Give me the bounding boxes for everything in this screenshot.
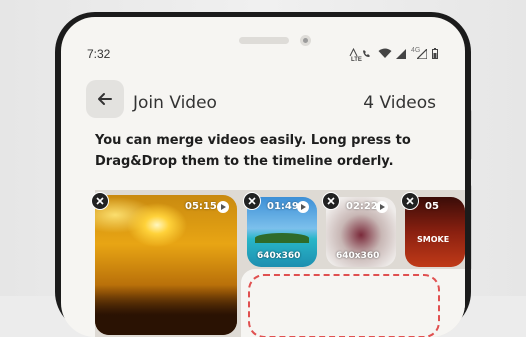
clip-duration: 05	[425, 201, 439, 212]
clip-thumbnail-title: SMOKE	[417, 235, 450, 244]
clip-resolution: 640x360	[257, 251, 301, 261]
clip-thumbnail-crowd	[95, 285, 237, 335]
page-title: Join Video	[133, 93, 217, 113]
status-time: 7:32	[87, 47, 111, 61]
remove-clip-button[interactable]	[401, 192, 419, 210]
clip-thumbnail-island	[255, 233, 309, 243]
remove-clip-button[interactable]	[322, 192, 340, 210]
arrow-left-icon	[98, 93, 112, 105]
remove-clip-button[interactable]	[243, 192, 261, 210]
back-button[interactable]	[86, 80, 124, 118]
close-icon	[96, 197, 104, 205]
close-icon	[327, 197, 335, 205]
phone-call-icon	[363, 50, 370, 57]
cell-signal-icon-1	[396, 49, 406, 59]
phone-screen: 7:32 LTE 4G Join Video 4 Videos You can …	[61, 17, 465, 337]
cell-signal-icon-2	[417, 49, 427, 59]
clip-duration: 02:22	[346, 201, 378, 212]
front-camera	[300, 35, 311, 46]
play-icon[interactable]	[376, 201, 388, 213]
signal-icon	[349, 48, 358, 57]
video-clip-1[interactable]	[95, 195, 237, 335]
clip-resolution: 640x360	[336, 251, 380, 261]
remove-clip-button[interactable]	[91, 192, 109, 210]
instructions-text: You can merge videos easily. Long press …	[95, 133, 411, 169]
close-icon	[406, 197, 414, 205]
clip-duration: 05:15	[185, 201, 217, 212]
video-count: 4 Videos	[363, 93, 436, 113]
play-icon[interactable]	[297, 201, 309, 213]
battery-icon	[432, 48, 438, 59]
clip-duration: 01:49	[267, 201, 299, 212]
close-icon	[248, 197, 256, 205]
play-icon[interactable]	[217, 201, 229, 213]
lte-label: LTE	[351, 57, 362, 63]
timeline-drop-zone[interactable]	[248, 274, 440, 337]
earpiece-speaker	[239, 37, 289, 44]
wifi-icon	[378, 48, 392, 58]
